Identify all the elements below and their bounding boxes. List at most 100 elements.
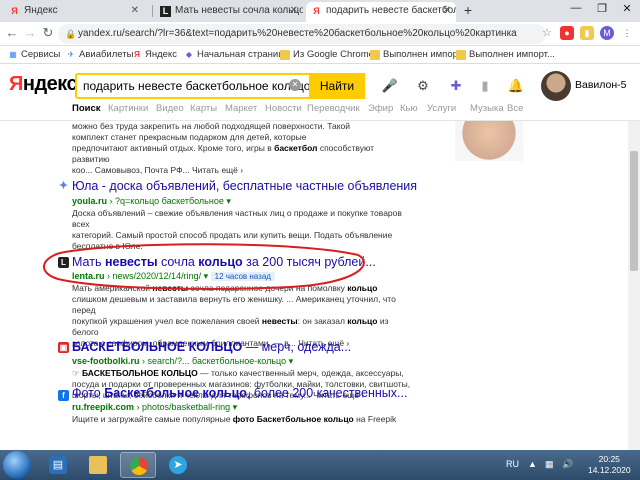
snippet-line: можно без труда закрепить на любой подхо… bbox=[72, 121, 351, 131]
snippet-line: покупкой украшения учел все пожелания св… bbox=[72, 316, 412, 338]
bookmarks-bar: ▦ Сервисы ✈ Авиабилеты Я Яндекс ◆ Началь… bbox=[0, 46, 640, 64]
bookmark-folder-chrome[interactable]: Из Google Chrome bbox=[280, 48, 374, 62]
result-url[interactable]: vse-footbolki.ru › search/?... баскетбол… bbox=[72, 356, 293, 367]
taskbar-chrome[interactable] bbox=[120, 452, 156, 478]
user-name[interactable]: Вавилон-5 bbox=[575, 79, 627, 91]
profile-icon[interactable]: M bbox=[600, 26, 614, 40]
window-close-icon[interactable]: ✕ bbox=[617, 2, 637, 15]
address-text: yandex.ru/search/?lr=36&text=подарить%20… bbox=[78, 28, 517, 39]
volume-icon[interactable]: 🔊 bbox=[562, 459, 573, 470]
bookmark-icon[interactable]: ▮ bbox=[476, 77, 494, 95]
tab-separator bbox=[152, 5, 153, 17]
language-indicator[interactable]: RU bbox=[506, 459, 519, 469]
tab-search-web[interactable]: Поиск bbox=[72, 103, 101, 114]
tab-efir[interactable]: Эфир bbox=[368, 103, 393, 114]
result-title-link[interactable]: Юла - доска объявлений, бесплатные частн… bbox=[72, 179, 417, 193]
yandex-favicon-icon: Я bbox=[11, 6, 18, 16]
avatar[interactable] bbox=[541, 71, 571, 101]
close-icon[interactable]: ✕ bbox=[443, 2, 451, 20]
snippet-line: предпочитают активный отдых. Кроме того,… bbox=[72, 143, 412, 165]
folder-icon bbox=[456, 50, 466, 60]
result-thumbnail[interactable] bbox=[455, 121, 523, 161]
plane-icon: ✈ bbox=[67, 50, 75, 59]
read-more-link[interactable]: Читать ещё › bbox=[192, 165, 243, 175]
clear-icon[interactable]: ✕ bbox=[289, 79, 301, 91]
search-button[interactable]: Найти bbox=[309, 73, 365, 99]
yandex-logo[interactable]: Яндекс bbox=[9, 73, 78, 96]
settings-sliders-icon[interactable]: ⚙ bbox=[414, 77, 432, 95]
result-title-link[interactable]: БАСКЕТБОЛЬНОЕ КОЛЬЦО — мерч, одежда... bbox=[72, 340, 351, 354]
taskbar-folder[interactable] bbox=[80, 452, 116, 478]
url-domain: ru.freepik.com bbox=[72, 402, 135, 412]
taskbar-explorer[interactable]: ▤ bbox=[40, 452, 76, 478]
result-title-link[interactable]: Фото Баскетбольное кольцо, более 200 кач… bbox=[72, 386, 407, 400]
minimize-icon[interactable]: — bbox=[566, 2, 586, 14]
folder-icon bbox=[370, 50, 380, 60]
snippet-highlight: невесты bbox=[261, 316, 298, 326]
close-icon[interactable]: ✕ bbox=[131, 2, 139, 20]
bookmark-folder-import[interactable]: Выполнен импорт bbox=[370, 48, 462, 62]
clock-date: 14.12.2020 bbox=[588, 465, 631, 475]
tab-video[interactable]: Видео bbox=[156, 103, 184, 114]
microphone-icon[interactable]: 🎤 bbox=[381, 77, 399, 95]
scrollbar[interactable] bbox=[628, 121, 640, 450]
forward-icon[interactable]: → bbox=[22, 25, 38, 40]
tray-arrow-icon[interactable]: ▲ bbox=[528, 459, 537, 469]
new-tab-button[interactable]: + bbox=[460, 2, 476, 18]
scrollbar-thumb[interactable] bbox=[630, 151, 638, 271]
bookmark-yandex[interactable]: Я Яндекс bbox=[132, 48, 177, 62]
back-icon[interactable]: ← bbox=[4, 25, 20, 40]
apps-icon: ▦ bbox=[9, 50, 17, 59]
result-url[interactable]: ru.freepik.com › photos/basketball-ring … bbox=[72, 402, 237, 413]
tab-images[interactable]: Картинки bbox=[108, 103, 148, 114]
plus-icon[interactable]: ✚ bbox=[447, 77, 465, 95]
url-domain: vse-footbolki.ru bbox=[72, 356, 140, 366]
lenta-favicon-icon: L bbox=[160, 6, 171, 17]
star-icon[interactable]: ☆ bbox=[540, 26, 554, 40]
clock[interactable]: 20:25 14.12.2020 bbox=[588, 454, 631, 476]
menu-icon[interactable]: ⋮ bbox=[620, 26, 634, 40]
tab-news[interactable]: Новости bbox=[265, 103, 302, 114]
youla-favicon-icon: ✦ bbox=[58, 180, 69, 192]
tab-market[interactable]: Маркет bbox=[225, 103, 257, 114]
close-icon[interactable]: ✕ bbox=[290, 2, 298, 20]
tab-search[interactable]: Я подарить невесте баскетбольно ✕ bbox=[306, 2, 456, 22]
network-icon[interactable]: ▦ bbox=[545, 459, 554, 470]
bookmark-label: Из Google Chrome bbox=[293, 49, 374, 60]
result-url[interactable]: youla.ru › ?q=кольцо баскетбольное ▾ bbox=[72, 196, 231, 207]
tab-music[interactable]: Музыка bbox=[470, 103, 504, 114]
explorer-icon: ▤ bbox=[49, 456, 67, 474]
bookmark-start-page[interactable]: ◆ Начальная страница bbox=[184, 48, 289, 62]
bookmark-services[interactable]: ▦ Сервисы bbox=[8, 48, 60, 62]
bookmark-avia[interactable]: ✈ Авиабилеты bbox=[66, 48, 134, 62]
start-button[interactable] bbox=[3, 451, 31, 479]
tab-q[interactable]: Кью bbox=[400, 103, 418, 114]
result-snippet: можно без труда закрепить на любой подхо… bbox=[72, 121, 412, 176]
title-highlight: БАСКЕТБОЛЬНОЕ КОЛЬЦО bbox=[72, 340, 243, 354]
snippet-highlight: кольцо bbox=[347, 316, 378, 326]
snippet-text: предпочитают активный отдых. Кроме того,… bbox=[72, 143, 275, 153]
folder-icon bbox=[89, 456, 107, 474]
tab-maps[interactable]: Карты bbox=[190, 103, 217, 114]
snippet-text: на Freepik bbox=[353, 414, 397, 424]
extension-icon[interactable]: ▮ bbox=[580, 26, 594, 40]
bookmark-label: Сервисы bbox=[21, 49, 61, 60]
extension-icon[interactable]: ● bbox=[560, 26, 574, 40]
tab-services[interactable]: Услуги bbox=[427, 103, 456, 114]
tab-lenta[interactable]: L Мать невесты сочла кольцо за ✕ bbox=[155, 2, 303, 22]
tab-all[interactable]: Все bbox=[507, 103, 523, 114]
tab-yandex[interactable]: Я Яндекс ✕ bbox=[4, 2, 144, 22]
url-path: › photos/basketball-ring ▾ bbox=[134, 402, 238, 412]
maximize-icon[interactable]: ❐ bbox=[592, 2, 612, 15]
taskbar-telegram[interactable]: ➤ bbox=[160, 452, 196, 478]
tab-translator[interactable]: Переводчик bbox=[307, 103, 360, 114]
reload-icon[interactable]: ↻ bbox=[40, 25, 56, 41]
snippet-text: : он заказал bbox=[297, 316, 348, 326]
snippet-text: покупкой украшения учел все пожелания св… bbox=[72, 316, 262, 326]
bookmark-folder-import-2[interactable]: Выполнен импорт... bbox=[456, 48, 555, 62]
snippet-line: Доска объявлений – свежие объявления час… bbox=[72, 208, 402, 229]
bookmark-label: Выполнен импорт bbox=[383, 49, 463, 60]
bell-icon[interactable]: 🔔 bbox=[507, 77, 525, 95]
bookmark-label: Авиабилеты bbox=[79, 49, 134, 60]
address-bar[interactable]: 🔒 yandex.ru/search/?lr=36&text=подарить%… bbox=[58, 24, 546, 44]
